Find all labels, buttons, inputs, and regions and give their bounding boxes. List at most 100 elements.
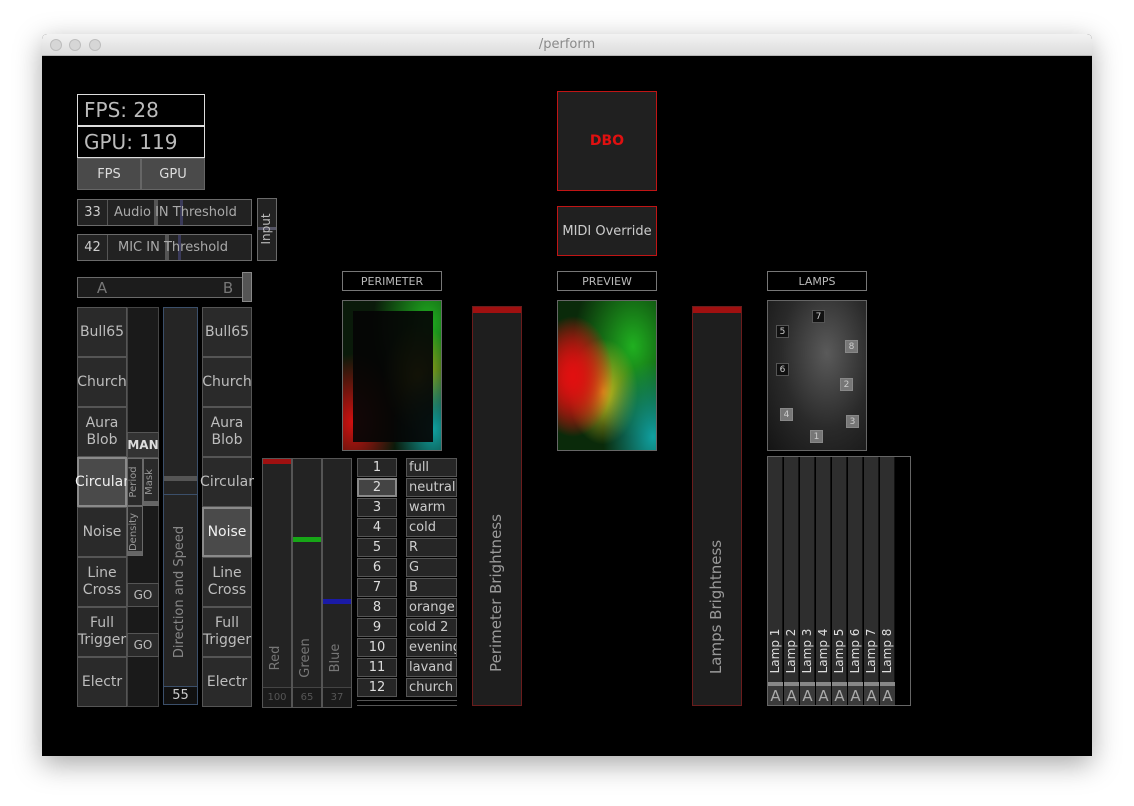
preset-number-10[interactable]: 10 <box>357 638 397 657</box>
blue-fader-value: 37 <box>323 687 351 707</box>
lamp-fader-4[interactable]: Lamp 4 A <box>816 457 831 705</box>
lamp-marker-8[interactable]: 8 <box>845 340 858 353</box>
perimeter-brightness-handle[interactable] <box>473 307 521 313</box>
lamp-fader-label-4: Lamp 4 <box>816 628 830 674</box>
lamp-auto-button-7[interactable]: A <box>864 686 879 705</box>
crossfader[interactable]: A B <box>77 272 252 302</box>
preset-number-6[interactable]: 6 <box>357 558 397 577</box>
preset-name-9[interactable]: cold 2 <box>406 618 457 637</box>
preset-name-5[interactable]: R <box>406 538 457 557</box>
lamp-marker-3[interactable]: 3 <box>846 415 859 428</box>
lamp-marker-7[interactable]: 7 <box>812 310 825 323</box>
lamp-auto-button-8[interactable]: A <box>880 686 895 705</box>
lamp-auto-button-4[interactable]: A <box>816 686 831 705</box>
direction-speed-mark <box>164 494 197 495</box>
lamp-fader-2[interactable]: Lamp 2 A <box>784 457 799 705</box>
lamp-auto-button-1[interactable]: A <box>768 686 783 705</box>
lamp-marker-1[interactable]: 1 <box>810 430 823 443</box>
perimeter-brightness-fader[interactable]: Perimeter Brightness <box>472 306 522 706</box>
green-fader[interactable]: Green 65 <box>292 458 322 708</box>
fps-button[interactable]: FPS <box>77 158 141 190</box>
audio-threshold-slider[interactable]: 33 Audio IN Threshold <box>77 199 252 226</box>
fps-readout: FPS: 28 <box>77 94 205 126</box>
pattern-left-circular[interactable]: Circular <box>75 457 129 507</box>
mask-slider[interactable]: Mask <box>143 458 159 506</box>
input-toggle[interactable]: Input <box>257 198 277 261</box>
lamp-fader-8[interactable]: Lamp 8 A <box>880 457 895 705</box>
preset-number-1[interactable]: 1 <box>357 458 397 477</box>
pattern-right-aura-blob[interactable]: Aura Blob <box>202 407 252 457</box>
lamps-brightness-fader[interactable]: Lamps Brightness <box>692 306 742 706</box>
green-fader-handle[interactable] <box>293 537 321 542</box>
pattern-right-noise[interactable]: Noise <box>202 507 252 557</box>
preset-name-8[interactable]: orange <box>406 598 457 617</box>
go-button-line-cross[interactable]: GO <box>127 583 159 607</box>
dbo-button[interactable]: DBO <box>557 91 657 191</box>
pattern-right-church[interactable]: Church <box>202 357 252 407</box>
pattern-left-aura-blob[interactable]: Aura Blob <box>77 407 127 457</box>
lamp-auto-button-5[interactable]: A <box>832 686 847 705</box>
lamp-auto-button-2[interactable]: A <box>784 686 799 705</box>
preview-header: PREVIEW <box>557 271 657 291</box>
manual-button[interactable]: MAN <box>127 432 159 458</box>
preset-number-11[interactable]: 11 <box>357 658 397 677</box>
lamp-marker-6[interactable]: 6 <box>776 363 789 376</box>
pattern-right-bull65[interactable]: Bull65 <box>202 307 252 357</box>
density-slider-handle[interactable] <box>128 551 142 555</box>
preset-number-12[interactable]: 12 <box>357 678 397 697</box>
lamp-fader-3[interactable]: Lamp 3 A <box>800 457 815 705</box>
pattern-right-full-trigger[interactable]: Full Trigger <box>202 607 252 657</box>
gpu-button[interactable]: GPU <box>141 158 205 190</box>
direction-speed-handle[interactable] <box>164 476 197 481</box>
mask-slider-handle[interactable] <box>144 501 158 505</box>
preset-number-5[interactable]: 5 <box>357 538 397 557</box>
preset-name-4[interactable]: cold <box>406 518 457 537</box>
preset-name-3[interactable]: warm <box>406 498 457 517</box>
pattern-right-line-cross[interactable]: Line Cross <box>202 557 252 607</box>
lamp-fader-6[interactable]: Lamp 6 A <box>848 457 863 705</box>
go-button-full-trigger[interactable]: GO <box>127 633 159 657</box>
pattern-left-bull65[interactable]: Bull65 <box>77 307 127 357</box>
mic-threshold-label: MIC IN Threshold <box>118 240 229 255</box>
preset-name-11[interactable]: lavand <box>406 658 457 677</box>
mic-threshold-slider[interactable]: 42 MIC IN Threshold <box>77 234 252 261</box>
pattern-left-full-trigger[interactable]: Full Trigger <box>77 607 127 657</box>
preset-number-3[interactable]: 3 <box>357 498 397 517</box>
crossfader-handle[interactable] <box>242 272 252 302</box>
preset-name-1[interactable]: full <box>406 458 457 477</box>
pattern-left-electr[interactable]: Electr <box>77 657 127 707</box>
pattern-right-electr[interactable]: Electr <box>202 657 252 707</box>
lamp-fader-7[interactable]: Lamp 7 A <box>864 457 879 705</box>
preset-number-7[interactable]: 7 <box>357 578 397 597</box>
lamps-brightness-handle[interactable] <box>693 307 741 313</box>
preset-number-2[interactable]: 2 <box>357 478 397 497</box>
midi-override-button[interactable]: MIDI Override <box>557 206 657 256</box>
pattern-right-circular[interactable]: Circular <box>200 457 254 507</box>
lamp-fader-1[interactable]: Lamp 1 A <box>768 457 783 705</box>
preset-name-12[interactable]: church <box>406 678 457 697</box>
lamp-auto-button-6[interactable]: A <box>848 686 863 705</box>
crossfader-b-label: B <box>222 278 234 297</box>
pattern-left-church[interactable]: Church <box>77 357 127 407</box>
period-slider[interactable]: Period <box>127 458 143 506</box>
lamp-auto-button-3[interactable]: A <box>800 686 815 705</box>
density-slider[interactable]: Density <box>127 506 143 556</box>
direction-speed-fader[interactable]: Direction and Speed 55 <box>163 307 198 705</box>
pattern-left-noise[interactable]: Noise <box>77 507 127 557</box>
pattern-left-line-cross[interactable]: Line Cross <box>77 557 127 607</box>
preset-number-4[interactable]: 4 <box>357 518 397 537</box>
lamp-marker-5[interactable]: 5 <box>776 325 789 338</box>
preset-name-6[interactable]: G <box>406 558 457 577</box>
preset-name-2[interactable]: neutral <box>406 478 457 497</box>
lamp-fader-5[interactable]: Lamp 5 A <box>832 457 847 705</box>
red-fader-handle[interactable] <box>263 459 291 464</box>
preset-name-10[interactable]: evening <box>406 638 457 657</box>
preset-number-8[interactable]: 8 <box>357 598 397 617</box>
preset-name-7[interactable]: B <box>406 578 457 597</box>
preset-number-9[interactable]: 9 <box>357 618 397 637</box>
lamp-marker-4[interactable]: 4 <box>780 408 793 421</box>
blue-fader[interactable]: Blue 37 <box>322 458 352 708</box>
red-fader[interactable]: Red 100 <box>262 458 292 708</box>
lamp-marker-2[interactable]: 2 <box>840 378 853 391</box>
blue-fader-handle[interactable] <box>323 599 351 604</box>
